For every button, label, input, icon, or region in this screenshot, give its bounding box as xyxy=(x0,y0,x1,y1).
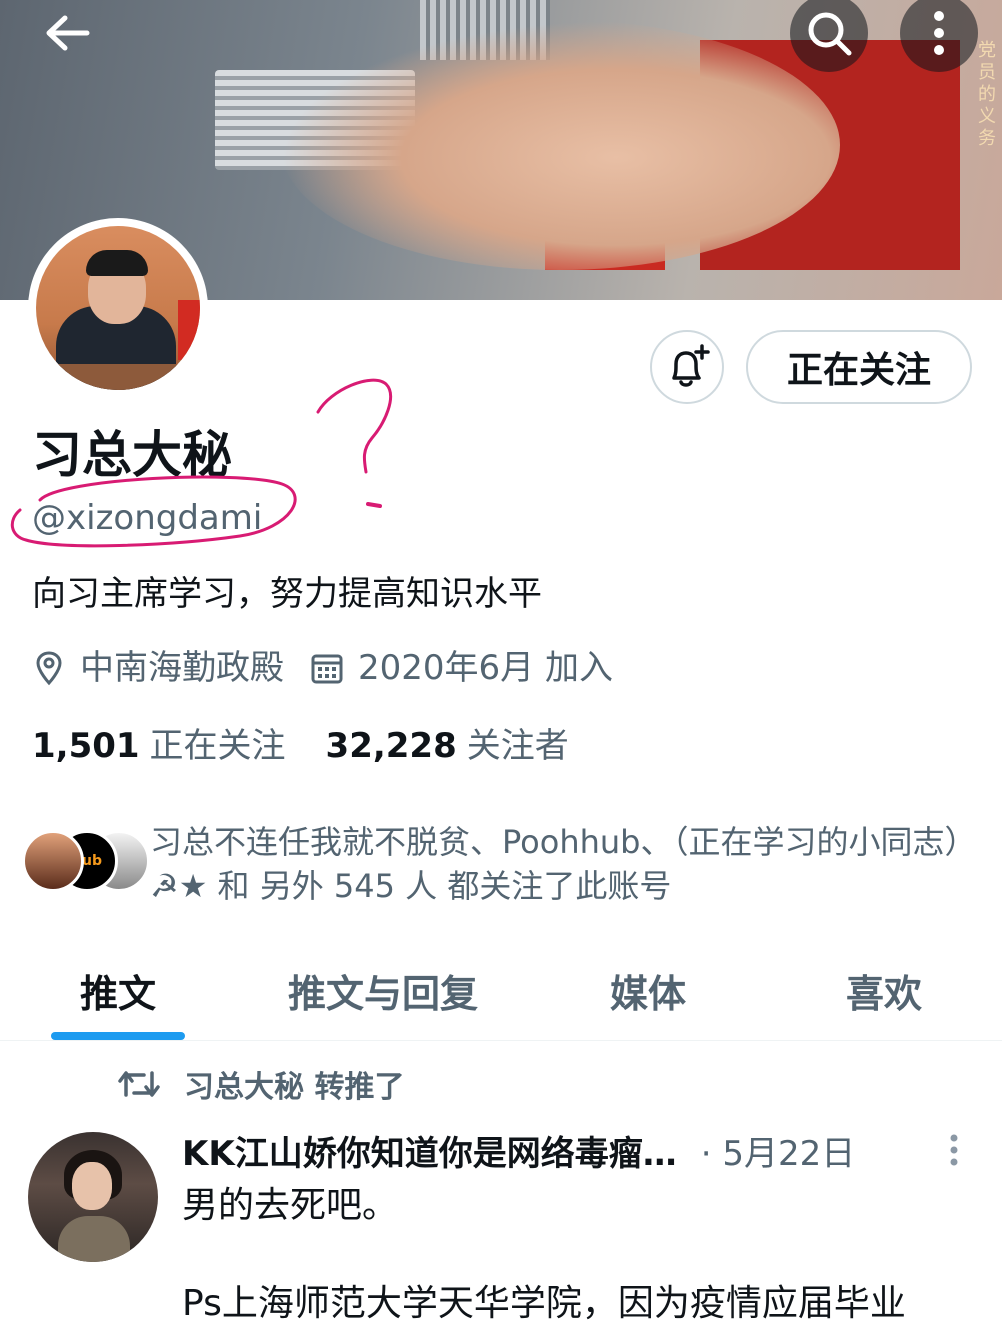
active-tab-indicator xyxy=(51,1032,185,1040)
tweet-date[interactable]: · 5月22日 xyxy=(701,1128,856,1180)
tab-tweets[interactable]: 推文 xyxy=(0,940,236,1040)
tab-label: 推文与回复 xyxy=(287,971,478,1016)
following-label: 正在关注 xyxy=(149,726,286,766)
profile-meta: 中南海勤政殿 2020年6月 加入 xyxy=(32,642,613,694)
search-icon xyxy=(808,12,852,56)
followed-by-text: 习总不连任我就不脱贫、Poohhub、（正在学习的小同志）☭★ 和 另外 545… xyxy=(150,823,961,905)
followers-stat[interactable]: 32,228 关注者 xyxy=(326,720,569,772)
retweet-icon xyxy=(118,1064,160,1104)
tweet-text-line: Ps上海师范大学天华学院，因为疫情应届毕业 xyxy=(182,1283,906,1324)
following-button[interactable]: 正在关注 xyxy=(746,330,972,404)
tab-label: 推文 xyxy=(79,971,156,1016)
calendar-icon xyxy=(310,648,344,688)
arrow-left-icon xyxy=(46,15,90,51)
tweet-author-avatar[interactable] xyxy=(28,1132,158,1262)
tab-media[interactable]: 媒体 xyxy=(530,940,766,1040)
more-vertical-icon xyxy=(934,11,944,55)
tab-label: 媒体 xyxy=(609,971,686,1016)
more-vertical-icon xyxy=(950,1134,958,1166)
tweet-text-line: 男的去死吧。 xyxy=(182,1185,399,1226)
bell-plus-icon xyxy=(672,344,710,387)
avatar-desk xyxy=(36,364,200,390)
profile-tabs: 推文 推文与回复 媒体 喜欢 xyxy=(0,940,1002,1041)
follower-avatar-1 xyxy=(22,830,84,892)
location-pin-icon xyxy=(32,648,66,688)
tab-tweets-and-replies[interactable]: 推文与回复 xyxy=(236,940,530,1040)
tweet-avatar-body xyxy=(58,1216,130,1262)
tab-likes[interactable]: 喜欢 xyxy=(766,940,1002,1040)
banner-raised-arm xyxy=(280,20,840,270)
tab-label: 喜欢 xyxy=(845,971,922,1016)
followers-count: 32,228 xyxy=(325,726,457,766)
tweet-avatar-face xyxy=(72,1162,112,1210)
display-name: 习总大秘 xyxy=(32,426,232,484)
tweet-header: KK江山娇你知道你是网络毒瘤… · 5月22日 xyxy=(182,1128,922,1180)
followed-by-avatars: hub xyxy=(22,830,150,892)
avatar-flag xyxy=(178,300,200,360)
profile-stats: 1,501 正在关注 32,228 关注者 xyxy=(32,720,569,772)
avatar-hair xyxy=(86,250,148,276)
notifications-bell-button[interactable] xyxy=(650,330,724,404)
profile-avatar[interactable] xyxy=(28,218,208,398)
followers-label: 关注者 xyxy=(466,726,569,766)
profile-location: 中南海勤政殿 xyxy=(80,648,284,688)
following-count: 1,501 xyxy=(32,726,140,766)
retweeted-by-text[interactable]: 习总大秘 转推了 xyxy=(184,1062,404,1106)
profile-bio: 向习主席学习，努力提高知识水平 xyxy=(32,574,542,614)
tweet-more-button[interactable] xyxy=(938,1130,970,1170)
retweet-indicator: 习总大秘 转推了 xyxy=(118,1062,404,1106)
banner-side-text: 党员的义务 xyxy=(978,40,996,149)
following-stat[interactable]: 1,501 正在关注 xyxy=(32,720,286,772)
tweet-author-name[interactable]: KK江山娇你知道你是网络毒瘤… xyxy=(182,1128,677,1180)
profile-joined-date: 2020年6月 加入 xyxy=(358,648,613,688)
avatar-image xyxy=(36,226,200,390)
profile-handle: @xizongdami xyxy=(32,498,263,538)
